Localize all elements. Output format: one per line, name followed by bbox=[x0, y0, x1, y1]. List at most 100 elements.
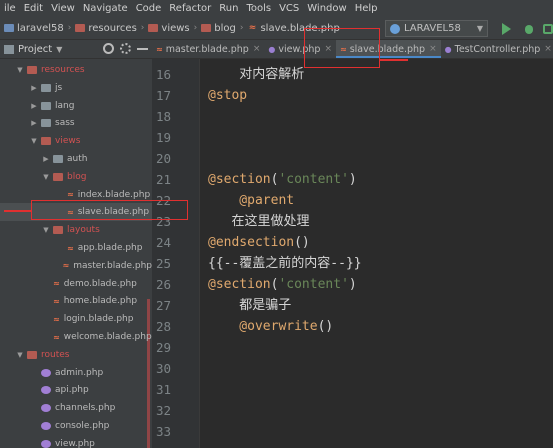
php-file-icon bbox=[41, 422, 51, 430]
annotation-line-tree-file bbox=[4, 210, 31, 212]
tree-item-label: auth bbox=[67, 154, 88, 164]
code-line: @overwrite() bbox=[208, 316, 333, 337]
tree-item-view-php[interactable]: view.php bbox=[0, 435, 152, 448]
tree-item-welcome-blade-php[interactable]: ≈ welcome.blade.php bbox=[0, 328, 152, 346]
menu-vcs[interactable]: VCS bbox=[275, 3, 303, 14]
tree-item-blog[interactable]: ▼ blog bbox=[0, 168, 152, 186]
menu-refactor[interactable]: Refactor bbox=[165, 3, 215, 14]
menu-help[interactable]: Help bbox=[351, 3, 382, 14]
tree-item-views[interactable]: ▼ views bbox=[0, 132, 152, 150]
blade-file-icon: ≈ bbox=[67, 190, 74, 200]
tree-item-resources[interactable]: ▼ resources bbox=[0, 61, 152, 79]
tree-item-console-php[interactable]: console.php bbox=[0, 417, 152, 435]
debug-icon[interactable] bbox=[523, 23, 535, 35]
chevron-down-icon[interactable]: ▼ bbox=[56, 45, 62, 54]
tree-item-api-php[interactable]: api.php bbox=[0, 381, 152, 399]
project-view-selector[interactable]: Project bbox=[18, 44, 52, 55]
breadcrumb-item[interactable]: blog bbox=[201, 23, 236, 34]
close-icon[interactable]: × bbox=[544, 44, 552, 54]
tree-item-login-blade-php[interactable]: ≈ login.blade.php bbox=[0, 310, 152, 328]
menu-code[interactable]: Code bbox=[132, 3, 166, 14]
close-icon[interactable]: × bbox=[429, 44, 437, 54]
tab-slave-blade-php[interactable]: ≈ slave.blade.php × bbox=[336, 40, 441, 58]
tree-item-label: console.php bbox=[55, 421, 110, 431]
tree-item-label: views bbox=[55, 136, 81, 147]
menu-tools[interactable]: Tools bbox=[242, 3, 275, 14]
blade-file-icon: ≈ bbox=[53, 296, 60, 306]
code-token: () bbox=[317, 319, 334, 334]
code-line: {{--覆盖之前的内容--}} bbox=[208, 253, 362, 274]
menu-run[interactable]: Run bbox=[215, 3, 242, 14]
tree-item-lang[interactable]: ▶ lang bbox=[0, 97, 152, 115]
menu-ile[interactable]: ile bbox=[0, 3, 20, 14]
run-toolbar: LARAVEL58 ▼ bbox=[379, 17, 553, 40]
chevron-down-icon[interactable]: ▼ bbox=[42, 226, 50, 234]
coverage-icon[interactable] bbox=[543, 23, 553, 34]
minimize-icon[interactable] bbox=[137, 48, 148, 50]
gear-icon[interactable] bbox=[120, 43, 131, 54]
close-icon[interactable]: × bbox=[324, 44, 332, 54]
breadcrumb-label: slave.blade.php bbox=[260, 22, 340, 34]
breadcrumb-item[interactable]: resources bbox=[75, 23, 137, 34]
breadcrumb-item[interactable]: views bbox=[148, 23, 190, 34]
line-number: 23 bbox=[155, 214, 171, 229]
chevron-down-icon[interactable]: ▼ bbox=[30, 137, 38, 145]
chevron-right-icon: › bbox=[67, 23, 72, 33]
tree-item-slave-blade-php[interactable]: ≈ slave.blade.php bbox=[0, 203, 152, 222]
code-token: 'content' bbox=[278, 172, 349, 187]
line-number: 18 bbox=[155, 109, 171, 124]
tree-item-routes[interactable]: ▼ routes bbox=[0, 346, 152, 364]
chevron-right-icon[interactable]: ▶ bbox=[30, 119, 38, 127]
blade-file-icon: ≈ bbox=[67, 243, 74, 253]
tab-label: view.php bbox=[278, 43, 321, 55]
menu-edit[interactable]: Edit bbox=[20, 3, 47, 14]
chevron-right-icon[interactable]: ▶ bbox=[30, 84, 38, 92]
code-line: @parent bbox=[208, 190, 294, 211]
blade-file-icon: ≈ bbox=[53, 314, 60, 324]
run-icon[interactable] bbox=[502, 22, 511, 35]
tab-label: slave.blade.php bbox=[349, 43, 426, 55]
tree-item-home-blade-php[interactable]: ≈ home.blade.php bbox=[0, 292, 152, 310]
tree-item-app-blade-php[interactable]: ≈ app.blade.php bbox=[0, 239, 152, 257]
chevron-down-icon[interactable]: ▼ bbox=[16, 351, 24, 359]
code-token: @parent bbox=[208, 193, 295, 208]
tree-item-js[interactable]: ▶ js bbox=[0, 79, 152, 97]
tree-item-layouts[interactable]: ▼ layouts bbox=[0, 221, 152, 239]
code-line: 对内容解析 bbox=[208, 64, 304, 85]
tree-item-admin-php[interactable]: admin.php bbox=[0, 364, 152, 382]
menu-window[interactable]: Window bbox=[303, 3, 350, 14]
tree-item-label: slave.blade.php bbox=[77, 207, 150, 218]
chevron-down-icon[interactable]: ▼ bbox=[42, 173, 50, 181]
tree-item-auth[interactable]: ▶ auth bbox=[0, 150, 152, 168]
breadcrumb-item[interactable]: ≈ slave.blade.php bbox=[247, 22, 340, 34]
project-panel-header: Project ▼ bbox=[0, 40, 152, 59]
tree-item-channels-php[interactable]: channels.php bbox=[0, 399, 152, 417]
tree-item-label: blog bbox=[67, 171, 87, 182]
php-file-icon: ● bbox=[268, 44, 276, 54]
tree-item-label: login.blade.php bbox=[63, 314, 134, 325]
tab-master-blade-php[interactable]: ≈ master.blade.php × bbox=[152, 40, 264, 58]
chevron-down-icon[interactable]: ▼ bbox=[16, 66, 24, 74]
line-number-gutter: 16 17 18 19 20 21 22 23 24 25 26 27 28 29 30 31 32 33 bbox=[152, 59, 200, 448]
menu-view[interactable]: View bbox=[47, 3, 79, 14]
tree-item-master-blade-php[interactable]: ≈ master.blade.php bbox=[0, 257, 152, 275]
tree-item-sass[interactable]: ▶ sass bbox=[0, 114, 152, 132]
run-configuration-select[interactable]: LARAVEL58 ▼ bbox=[385, 20, 488, 37]
tree-item-index-blade-php[interactable]: ≈ index.blade.php bbox=[0, 186, 152, 204]
menu-navigate[interactable]: Navigate bbox=[79, 3, 132, 14]
target-icon[interactable] bbox=[103, 43, 114, 54]
chevron-right-icon[interactable]: ▶ bbox=[42, 155, 50, 163]
breadcrumb: laravel58 › resources › views › blog › ≈ slave.bl… bbox=[4, 23, 340, 34]
code-editor[interactable]: 对内容解析 @stop @section('content') @parent 在这… bbox=[200, 59, 553, 448]
code-line: @section('content') bbox=[208, 274, 357, 295]
close-icon[interactable]: × bbox=[253, 44, 261, 54]
line-number: 20 bbox=[155, 151, 171, 166]
line-number: 22 bbox=[155, 193, 171, 208]
breadcrumb-item[interactable]: laravel58 bbox=[4, 23, 64, 34]
tab-testcontroller-php[interactable]: ● TestController.php × bbox=[441, 40, 553, 58]
chevron-right-icon[interactable]: ▶ bbox=[30, 102, 38, 110]
tab-view-php[interactable]: ● view.php × bbox=[264, 40, 336, 58]
tree-item-demo-blade-php[interactable]: ≈ demo.blade.php bbox=[0, 275, 152, 293]
code-token: 都是骗子 bbox=[208, 298, 292, 313]
blade-file-icon: ≈ bbox=[53, 279, 60, 289]
